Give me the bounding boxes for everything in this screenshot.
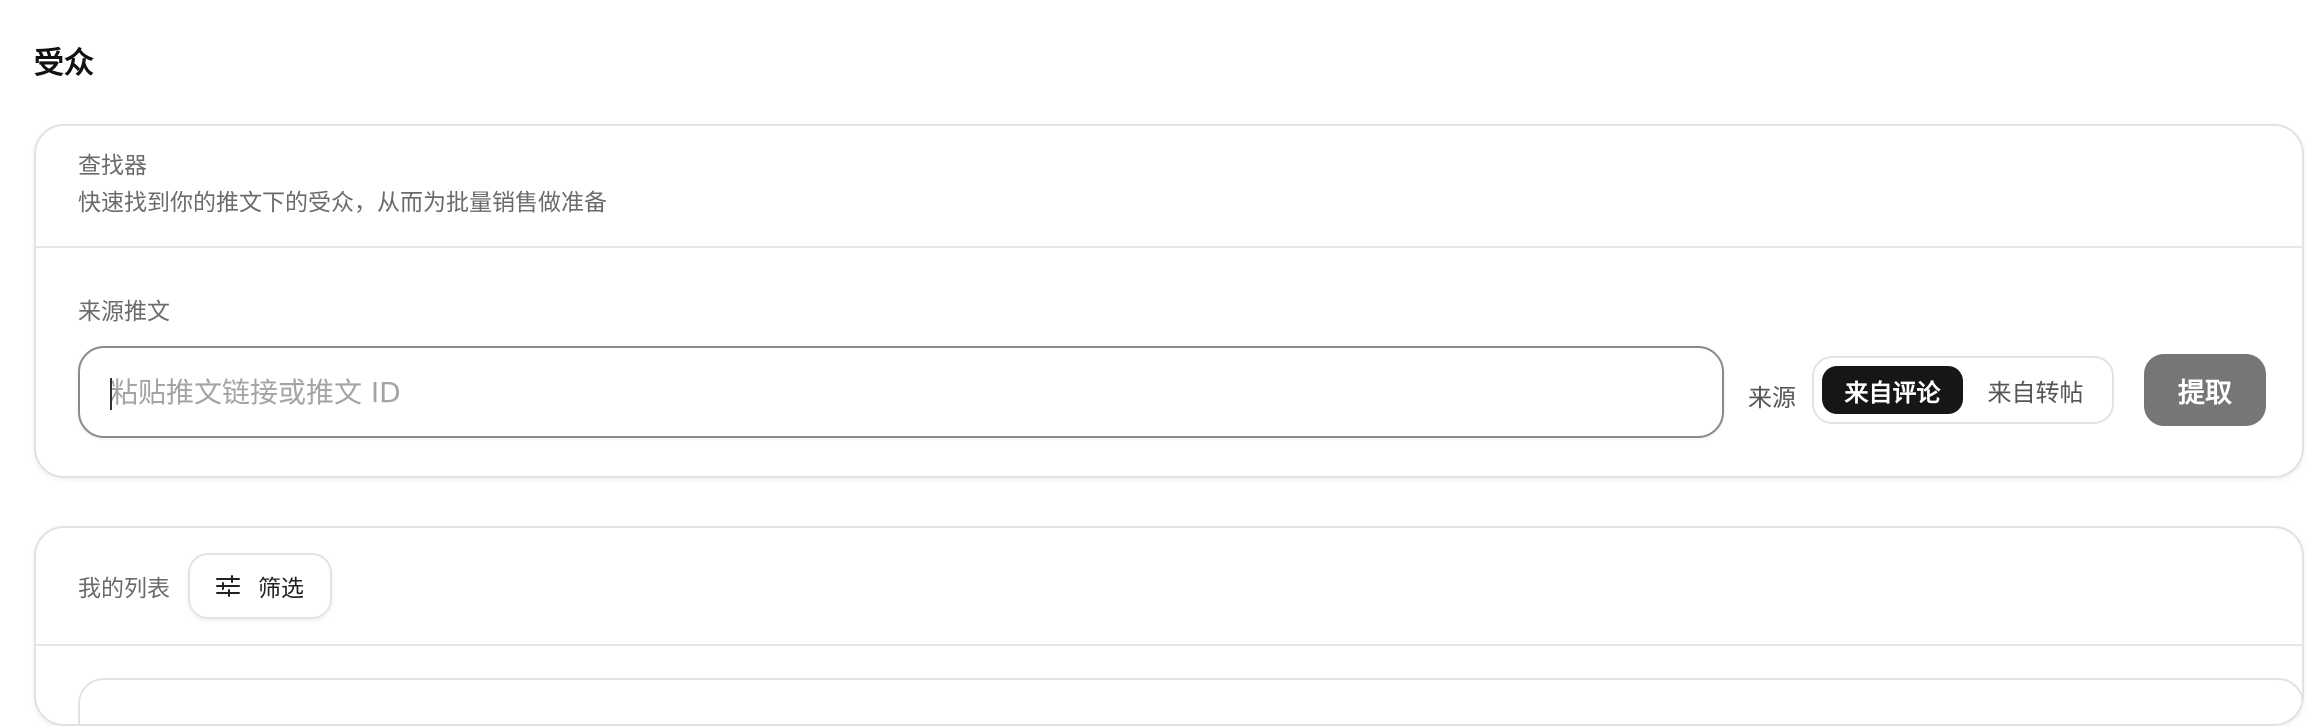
filter-button[interactable]: 筛选 [188, 553, 332, 619]
text-caret [110, 378, 112, 410]
list-title: 我的列表 [78, 576, 170, 602]
filter-label: 筛选 [258, 576, 304, 602]
list-content-panel [78, 678, 2302, 724]
my-list-card: 我的列表 筛选 [34, 526, 2304, 726]
segment-from-reposts[interactable]: 来自转帖 [1967, 366, 2104, 414]
finder-header: 查找器 快速找到你的推文下的受众，从而为批量销售做准备 [36, 126, 2302, 248]
finder-title: 查找器 [78, 153, 147, 179]
source-tweet-label: 来源推文 [78, 299, 170, 325]
page-title: 受众 [34, 46, 94, 81]
tweet-input-container[interactable] [78, 346, 1724, 438]
extract-button[interactable]: 提取 [2144, 354, 2266, 426]
finder-card: 查找器 快速找到你的推文下的受众，从而为批量销售做准备 来源推文 来源 来自评论… [34, 124, 2304, 478]
finder-description: 快速找到你的推文下的受众，从而为批量销售做准备 [78, 189, 607, 216]
source-segmented-control: 来自评论 来自转帖 [1812, 356, 2114, 424]
sliders-icon [216, 575, 240, 597]
list-header: 我的列表 筛选 [36, 528, 2302, 646]
tweet-input[interactable] [80, 348, 1722, 436]
source-selector-label: 来源 [1748, 384, 1796, 412]
segment-from-comments[interactable]: 来自评论 [1822, 366, 1963, 414]
